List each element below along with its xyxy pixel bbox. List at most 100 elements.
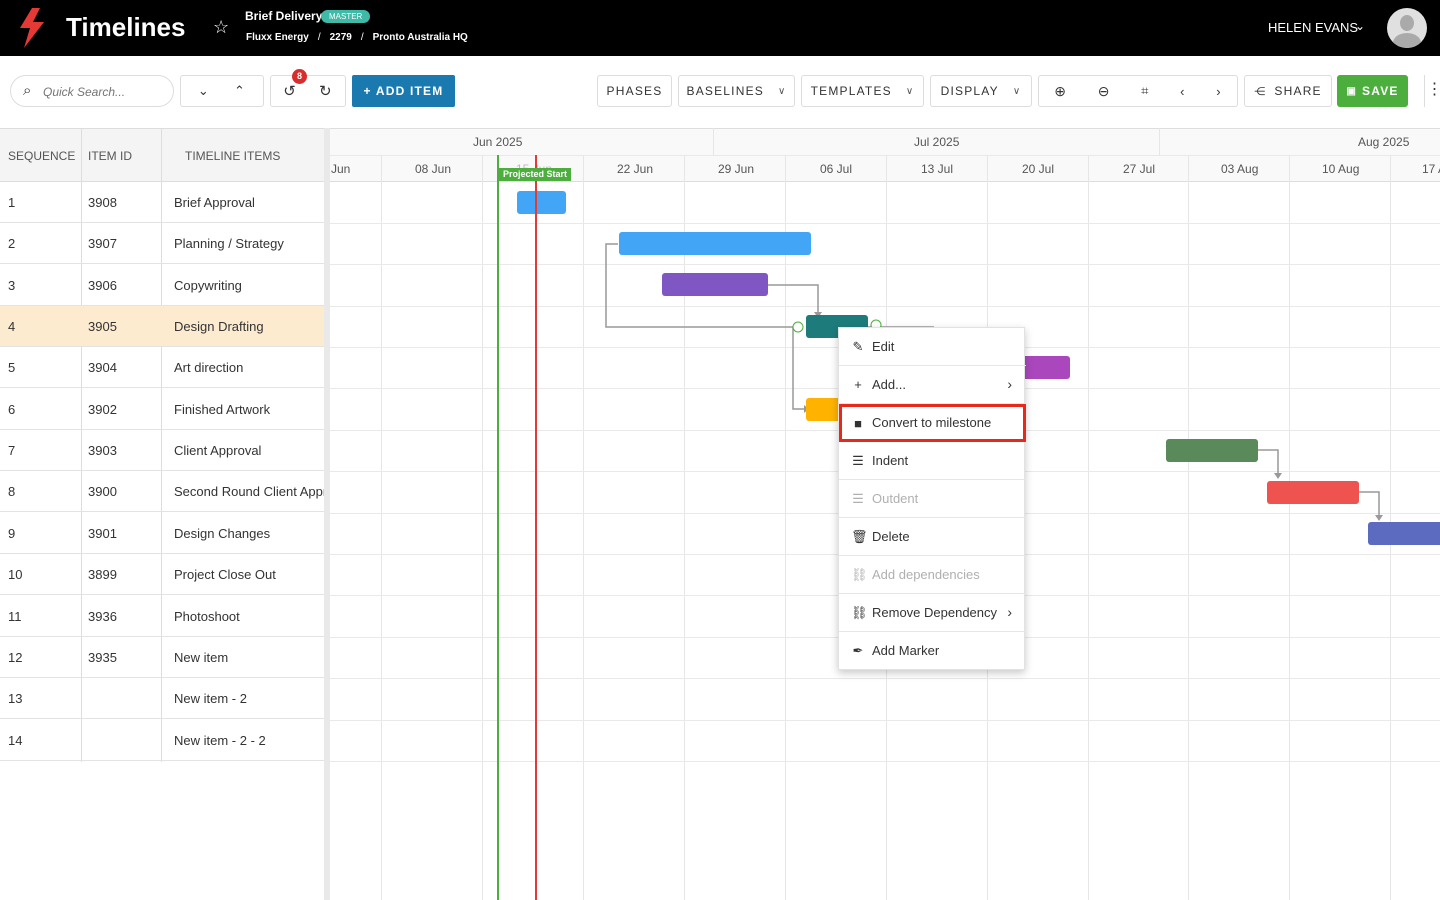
brand-logo-icon[interactable] [18, 8, 46, 48]
row-item-id: 3936 [88, 609, 117, 624]
zoom-in-icon[interactable]: ⊕ [1054, 83, 1067, 100]
zoom-out-icon[interactable]: ⊖ [1098, 83, 1111, 100]
column-header-item-id[interactable]: ITEM ID [88, 149, 132, 163]
table-row[interactable]: 14 New item - 2 - 2 [0, 720, 325, 761]
menu-item-delete[interactable]: 🗑 Delete [839, 518, 1026, 556]
table-row[interactable]: 12 3935 New item [0, 637, 325, 678]
table-row[interactable]: 6 3902 Finished Artwork [0, 389, 325, 430]
context-menu: ✎ Edit + Add... › ■ Convert to milestone… [838, 327, 1026, 670]
row-sequence: 4 [8, 319, 16, 334]
collapse-all-icon[interactable]: ⌃ [234, 83, 246, 99]
brief-title: Brief Delivery [245, 9, 323, 23]
row-item-name: Finished Artwork [174, 402, 271, 417]
table-row[interactable]: 5 3904 Art direction [0, 347, 325, 388]
menu-item-edit[interactable]: ✎ Edit [839, 328, 1026, 366]
save-label: SAVE [1362, 84, 1399, 98]
pencil-icon: ✎ [852, 339, 864, 354]
table-row-selected[interactable]: 4 3905 Design Drafting [0, 306, 325, 347]
month-label: Jul 2025 [914, 135, 960, 149]
table-row[interactable]: 3 3906 Copywriting [0, 265, 325, 306]
gantt-bar[interactable] [1166, 439, 1258, 462]
menu-item-add[interactable]: + Add... › [839, 366, 1026, 404]
grid-header: SEQUENCE ITEM ID TIMELINE ITEMS [0, 128, 325, 182]
row-item-id: 3908 [88, 195, 117, 210]
table-row[interactable]: 8 3900 Second Round Client Approval [0, 471, 325, 512]
row-item-id: 3905 [88, 319, 117, 334]
gantt-bar[interactable] [662, 273, 768, 296]
chevron-right-icon: › [1007, 376, 1012, 392]
menu-item-label: Outdent [872, 491, 919, 506]
more-options-icon[interactable]: ⋮ [1424, 75, 1440, 107]
week-label: 13 Jul [921, 162, 954, 176]
row-item-name: Art direction [174, 360, 244, 375]
breadcrumb-item[interactable]: 2279 [330, 32, 352, 43]
baselines-label: BASELINES [686, 84, 764, 98]
fit-to-screen-icon[interactable]: ⌗ [1141, 83, 1150, 99]
menu-item-indent[interactable]: ☰ Indent [839, 442, 1026, 480]
table-row[interactable]: 11 3936 Photoshoot [0, 596, 325, 637]
phases-button[interactable]: PHASES [597, 75, 672, 107]
share-button[interactable]: ⋲ SHARE [1244, 75, 1332, 107]
breadcrumb-separator: / [317, 32, 321, 43]
outdent-icon: ☰ [852, 491, 864, 506]
top-bar: Timelines ☆ Brief Delivery MASTER Fluxx … [0, 0, 1440, 56]
month-divider [713, 128, 714, 155]
marker-icon: ✒ [852, 643, 864, 658]
baselines-button[interactable]: BASELINES ∨ [678, 75, 795, 107]
today-line [535, 155, 537, 900]
menu-item-remove-dependency[interactable]: ⛓ Remove Dependency › [839, 594, 1026, 632]
menu-item-label: Remove Dependency [872, 605, 998, 620]
column-header-sequence[interactable]: SEQUENCE [8, 149, 75, 163]
column-header-timeline-items[interactable]: TIMELINE ITEMS [185, 149, 280, 163]
display-button[interactable]: DISPLAY ∨ [930, 75, 1032, 107]
search-input[interactable] [43, 82, 163, 102]
gantt-bar[interactable] [517, 191, 566, 214]
table-row[interactable]: 10 3899 Project Close Out [0, 554, 325, 595]
user-name[interactable]: HELEN EVANS [1268, 20, 1358, 35]
undo-icon[interactable]: ↺ [283, 82, 297, 100]
chevron-down-icon[interactable]: ⌄ [1355, 19, 1365, 33]
scroll-left-icon[interactable]: ‹ [1180, 84, 1186, 99]
row-item-name: New item - 2 [174, 691, 247, 706]
avatar[interactable] [1387, 8, 1427, 48]
gantt-bar[interactable] [1267, 481, 1359, 504]
week-label: 20 Jul [1022, 162, 1055, 176]
menu-item-convert-to-milestone[interactable]: ■ Convert to milestone [839, 404, 1026, 442]
row-sequence: 5 [8, 360, 16, 375]
table-row[interactable]: 9 3901 Design Changes [0, 513, 325, 554]
gantt-bar[interactable] [806, 398, 842, 421]
row-sequence: 12 [8, 650, 23, 665]
menu-item-add-marker[interactable]: ✒ Add Marker [839, 632, 1026, 670]
table-row[interactable]: 1 3908 Brief Approval [0, 182, 325, 223]
quick-search[interactable]: ⌕ [10, 75, 174, 107]
menu-item-label: Add... [872, 377, 906, 392]
breadcrumb-item[interactable]: Fluxx Energy [246, 32, 309, 43]
menu-item-label: Convert to milestone [872, 415, 992, 430]
gantt-bar[interactable] [1368, 522, 1440, 545]
row-item-name: New item [174, 650, 229, 665]
row-sequence: 10 [8, 567, 23, 582]
trash-icon: 🗑 [851, 529, 868, 544]
search-icon: ⌕ [23, 82, 32, 99]
projected-start-line [497, 155, 499, 900]
table-row[interactable]: 7 3903 Client Approval [0, 430, 325, 471]
save-icon: ▣ [1346, 85, 1358, 97]
month-divider [1159, 128, 1160, 155]
add-item-button[interactable]: + ADD ITEM [352, 75, 455, 107]
table-row[interactable]: 2 3907 Planning / Strategy [0, 223, 325, 264]
indent-icon: ☰ [852, 453, 864, 468]
week-label: 03 Aug [1221, 162, 1259, 176]
table-row[interactable]: 13 New item - 2 [0, 678, 325, 719]
redo-icon[interactable]: ↻ [319, 82, 333, 100]
expand-all-icon[interactable]: ⌄ [198, 83, 210, 99]
month-label: Aug 2025 [1358, 135, 1410, 149]
gantt-bar[interactable] [1020, 356, 1070, 379]
templates-button[interactable]: TEMPLATES ∨ [801, 75, 924, 107]
favorite-star-icon[interactable]: ☆ [213, 17, 229, 38]
save-button[interactable]: ▣ SAVE [1337, 75, 1408, 107]
gantt-bar[interactable] [619, 232, 811, 255]
scroll-right-icon[interactable]: › [1216, 84, 1222, 99]
chevron-right-icon: › [1007, 604, 1012, 620]
row-item-id: 3904 [88, 360, 117, 375]
breadcrumb-item[interactable]: Pronto Australia HQ [373, 32, 468, 43]
